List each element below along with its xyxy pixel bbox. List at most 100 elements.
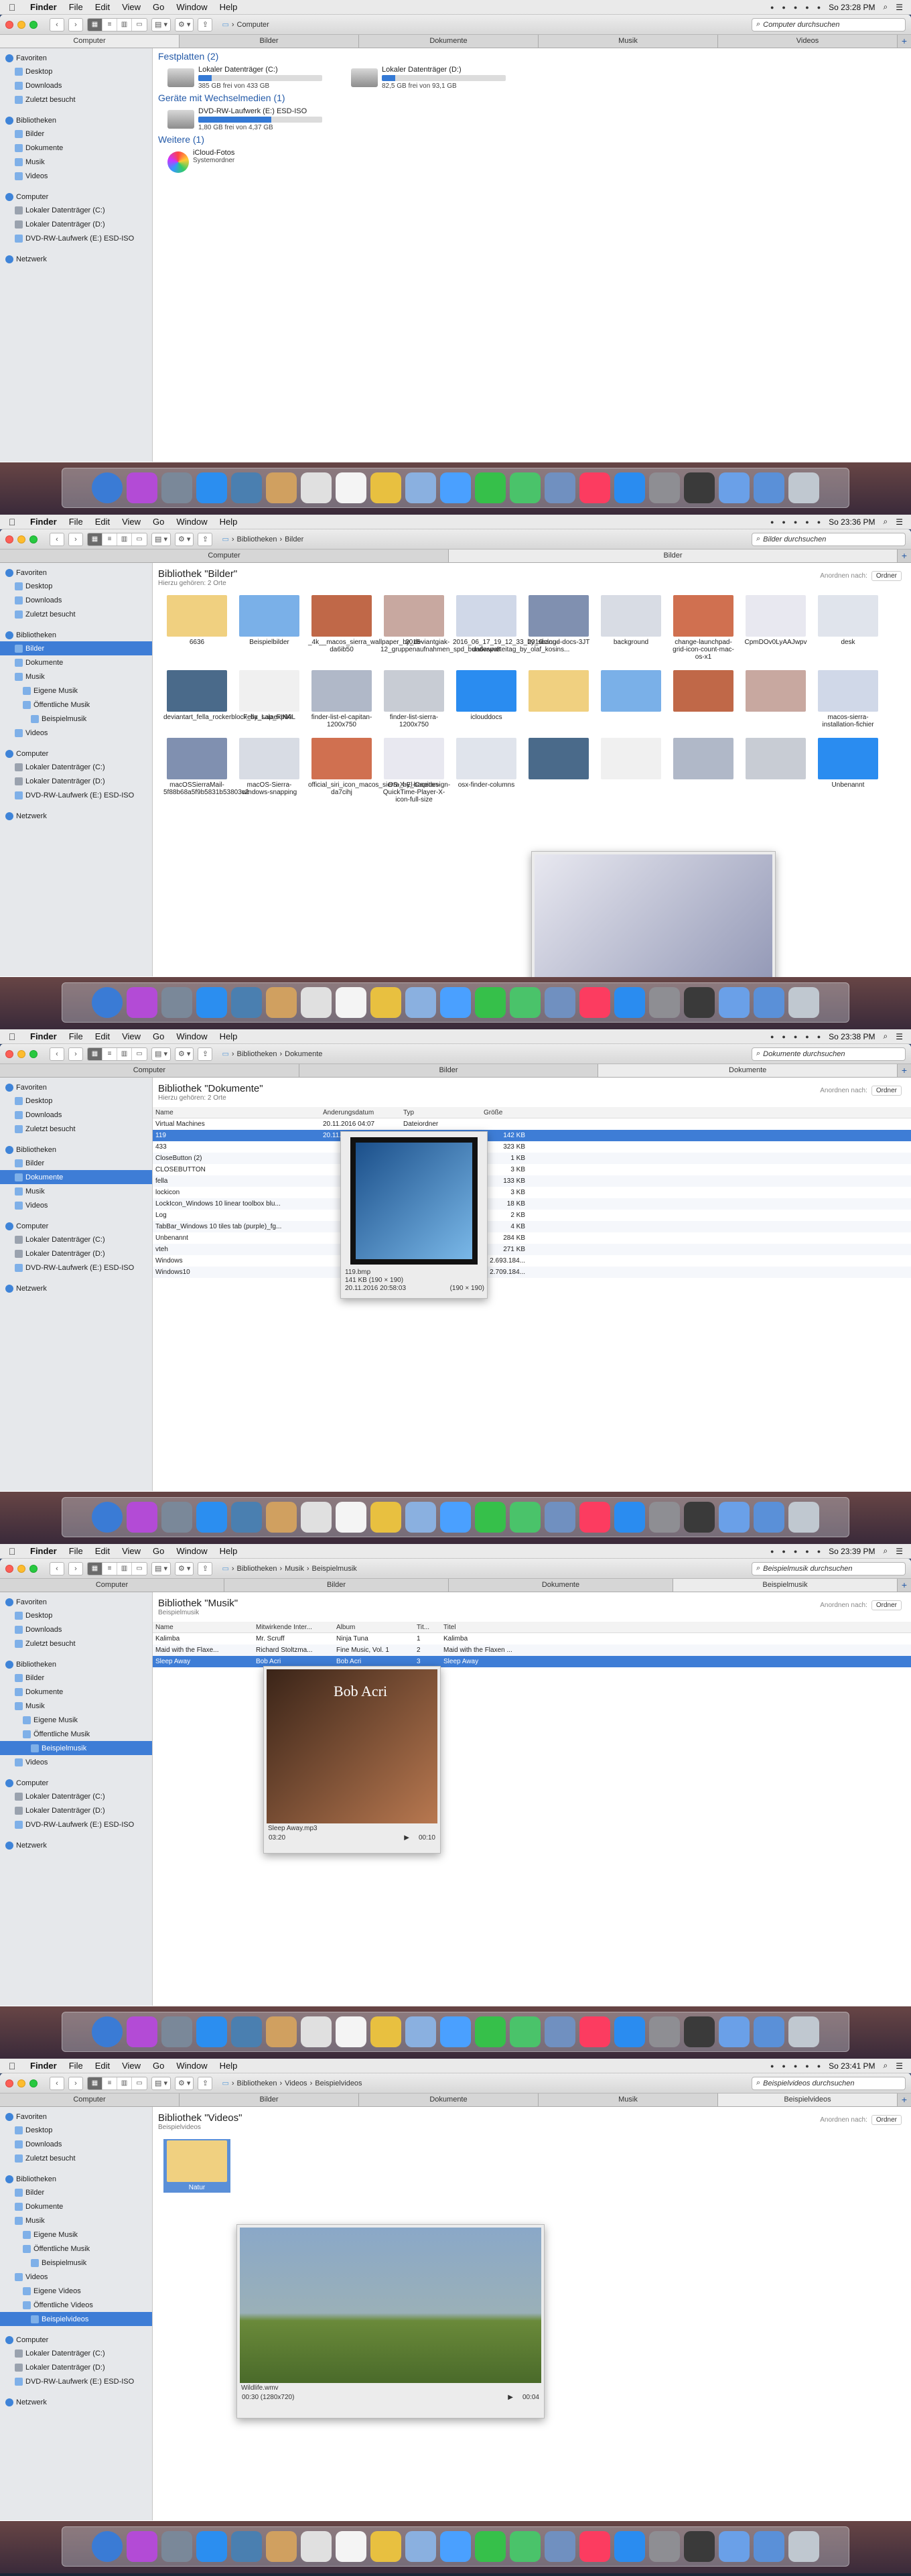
- breadcrumb-item[interactable]: Beispielvideos: [315, 2079, 362, 2087]
- sidebar-item[interactable]: Netzwerk: [0, 1840, 152, 1852]
- dock-app-icon[interactable]: [161, 2016, 192, 2047]
- dock-app-icon[interactable]: [788, 1502, 819, 1533]
- file-thumbnail[interactable]: official_siri_icon_macos_sierra_by_baced…: [308, 738, 450, 803]
- tab-1[interactable]: Bilder: [224, 1579, 449, 1592]
- coverflow-view-button[interactable]: ▭: [132, 2077, 147, 2089]
- sidebar-item[interactable]: Zuletzt besucht: [0, 1636, 152, 1651]
- menu-window[interactable]: Window: [170, 517, 213, 527]
- apple-menu-icon[interactable]: : [0, 2, 24, 13]
- battery-icon[interactable]: ●: [817, 2063, 821, 2069]
- share-button[interactable]: ⇪: [198, 2076, 213, 2090]
- dock-app-icon[interactable]: [336, 987, 366, 1018]
- tab-1[interactable]: Bilder: [449, 550, 898, 562]
- column-header[interactable]: Typ: [401, 1109, 481, 1116]
- tab-2[interactable]: Dokumente: [359, 35, 539, 48]
- dock-app-icon[interactable]: [336, 1502, 366, 1533]
- action-gear-button[interactable]: ⚙ ▾: [174, 532, 194, 546]
- forward-button[interactable]: ›: [68, 17, 83, 31]
- dock-app-icon[interactable]: [370, 1502, 401, 1533]
- breadcrumb-item[interactable]: Dokumente: [285, 1050, 322, 1058]
- menu-edit[interactable]: Edit: [89, 1546, 116, 1556]
- sidebar-item[interactable]: Dokumente: [0, 655, 152, 669]
- dock-app-icon[interactable]: [475, 2016, 506, 2047]
- battery-icon[interactable]: ●: [817, 4, 821, 11]
- dock-app-icon[interactable]: [545, 2531, 575, 2562]
- breadcrumb-item[interactable]: Musik: [285, 1565, 304, 1573]
- dock-app-icon[interactable]: [684, 1502, 715, 1533]
- coverflow-view-button[interactable]: ▭: [132, 1048, 147, 1060]
- dock-app-icon[interactable]: [405, 987, 436, 1018]
- group-button[interactable]: ▤ ▾: [151, 17, 171, 31]
- tab-0[interactable]: Computer: [0, 550, 449, 562]
- dock-app-icon[interactable]: [788, 472, 819, 503]
- search-field[interactable]: ⌕ Beispielmusik durchsuchen: [752, 1561, 906, 1575]
- table-row[interactable]: lockicon 3 KB: [153, 1187, 911, 1198]
- minimize-button[interactable]: [17, 1564, 25, 1573]
- new-tab-button[interactable]: +: [898, 35, 911, 48]
- column-header[interactable]: Größe: [481, 1109, 528, 1116]
- sidebar-item[interactable]: Desktop: [0, 1608, 152, 1622]
- tab-2[interactable]: Dokumente: [359, 2094, 539, 2106]
- menu-file[interactable]: File: [63, 2061, 89, 2071]
- sidebar-item[interactable]: Musik: [0, 669, 152, 684]
- dock-app-icon[interactable]: [196, 987, 227, 1018]
- sidebar-item[interactable]: Favoriten: [0, 2111, 152, 2123]
- sidebar-item[interactable]: Lokaler Datenträger (C:): [0, 2346, 152, 2360]
- file-thumbnail[interactable]: macOSSierraMail-5f88b68a5f9b5831b53803c2: [163, 738, 249, 803]
- notification-center-icon[interactable]: ☰: [896, 3, 903, 12]
- dock-app-icon[interactable]: [649, 472, 680, 503]
- dock-app-icon[interactable]: [788, 2531, 819, 2562]
- bluetooth-icon[interactable]: ●: [805, 2063, 809, 2069]
- wifi-icon[interactable]: ●: [782, 2063, 785, 2069]
- tab-3[interactable]: Beispielmusik: [673, 1579, 898, 1592]
- breadcrumb-item[interactable]: Bibliotheken: [237, 1050, 277, 1058]
- dock-app-icon[interactable]: [579, 2531, 610, 2562]
- dock-app-icon[interactable]: [336, 472, 366, 503]
- dock-app-icon[interactable]: [649, 2531, 680, 2562]
- zoom-button[interactable]: [29, 1049, 38, 1058]
- column-header[interactable]: Titel: [441, 1624, 535, 1631]
- new-tab-button[interactable]: +: [898, 1064, 911, 1077]
- file-thumbnail[interactable]: OS-X-El-Capitan-QuickTime-Player-X-icon-…: [380, 738, 447, 803]
- group-button[interactable]: ▤ ▾: [151, 532, 171, 546]
- sidebar-item[interactable]: Musik: [0, 1184, 152, 1198]
- minimize-button[interactable]: [17, 2079, 25, 2087]
- menu-help[interactable]: Help: [214, 2061, 244, 2071]
- table-row[interactable]: CLOSEBUTTON 3 KB: [153, 1164, 911, 1175]
- minimize-button[interactable]: [17, 1049, 25, 1058]
- back-button[interactable]: ‹: [50, 1047, 64, 1061]
- back-button[interactable]: ‹: [50, 532, 64, 546]
- coverflow-view-button[interactable]: ▭: [132, 533, 147, 545]
- icon-view-button[interactable]: ▦: [88, 1047, 102, 1060]
- menu-app-finder[interactable]: Finder: [24, 2, 63, 12]
- breadcrumb-item[interactable]: Beispielmusik: [312, 1565, 357, 1573]
- sidebar-item[interactable]: Dokumente: [0, 1685, 152, 1699]
- sidebar-item[interactable]: Dokumente: [0, 141, 152, 155]
- wifi-icon[interactable]: ●: [782, 1033, 785, 1040]
- dock-app-icon[interactable]: [719, 2016, 750, 2047]
- table-row[interactable]: fella 133 KB: [153, 1175, 911, 1187]
- zoom-button[interactable]: [29, 1564, 38, 1573]
- file-thumbnail[interactable]: finder-list-sierra-1200x750: [380, 670, 447, 728]
- sidebar-item[interactable]: Dokumente: [0, 1170, 152, 1184]
- sidebar-item[interactable]: Netzwerk: [0, 2396, 152, 2408]
- file-thumbnail[interactable]: [670, 738, 737, 803]
- dock-app-icon[interactable]: [161, 472, 192, 503]
- file-thumbnail[interactable]: [598, 738, 664, 803]
- action-gear-button[interactable]: ⚙ ▾: [174, 1047, 194, 1061]
- sidebar-item[interactable]: Downloads: [0, 1622, 152, 1636]
- menu-clock[interactable]: So 23:39 PM: [829, 1547, 875, 1556]
- breadcrumb-item[interactable]: Videos: [285, 2079, 307, 2087]
- forward-button[interactable]: ›: [68, 1561, 83, 1575]
- breadcrumb-item[interactable]: Bibliotheken: [237, 535, 277, 543]
- sidebar-item[interactable]: Musik: [0, 2213, 152, 2228]
- menu-app-finder[interactable]: Finder: [24, 1546, 63, 1556]
- close-button[interactable]: [5, 20, 13, 29]
- minimize-button[interactable]: [17, 20, 25, 29]
- action-gear-button[interactable]: ⚙ ▾: [174, 2076, 194, 2090]
- sidebar-item[interactable]: Eigene Musik: [0, 1713, 152, 1727]
- zoom-button[interactable]: [29, 535, 38, 543]
- sidebar-item[interactable]: Computer: [0, 1777, 152, 1789]
- column-view-button[interactable]: ▥: [117, 533, 132, 545]
- dock-app-icon[interactable]: [405, 2531, 436, 2562]
